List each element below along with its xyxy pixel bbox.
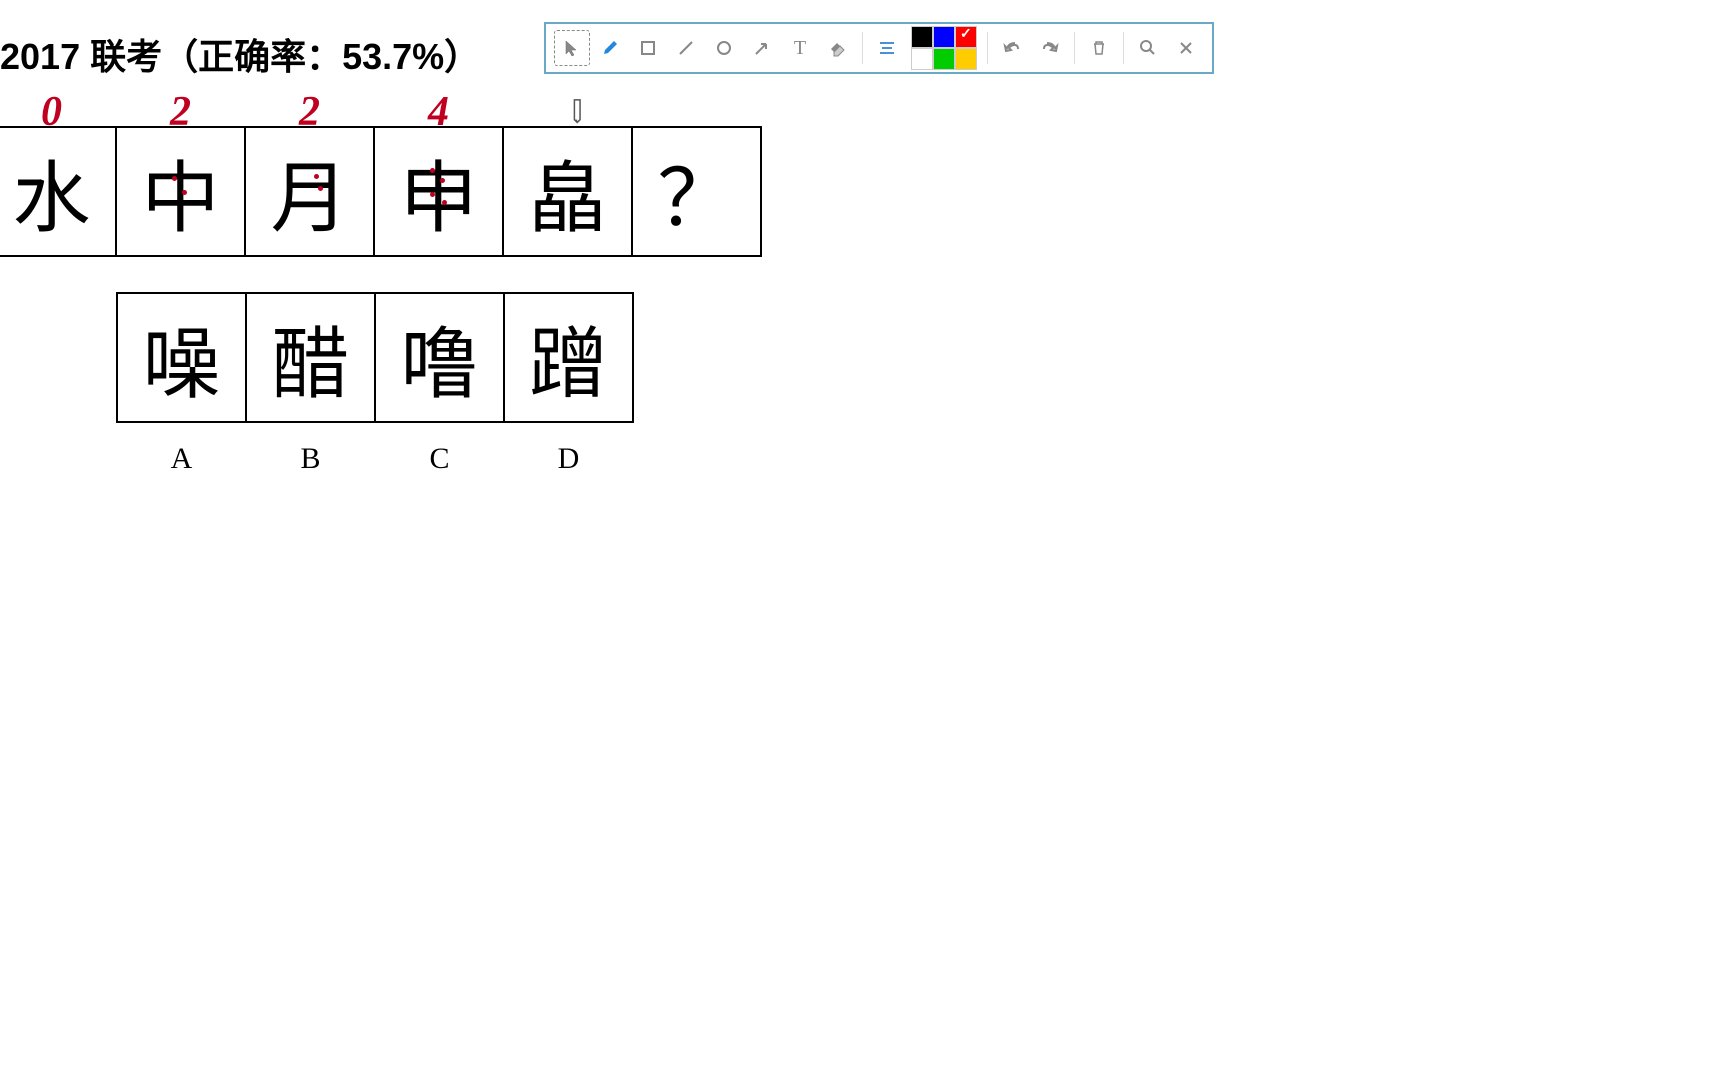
undo-button[interactable] bbox=[994, 30, 1030, 66]
zoom-button[interactable] bbox=[1130, 30, 1166, 66]
options-row: 噪 醋 噜 蹭 bbox=[116, 292, 634, 423]
line-icon bbox=[677, 39, 695, 57]
circle-tool[interactable] bbox=[706, 30, 742, 66]
annotation-1: 2 bbox=[115, 88, 246, 138]
page-title: 2017 联考（正确率：53.7%） bbox=[0, 28, 480, 80]
rect-tool[interactable] bbox=[630, 30, 666, 66]
annotation-5 bbox=[631, 88, 762, 138]
option-cell-C: 噜 bbox=[374, 292, 505, 423]
option-label-A: A bbox=[116, 442, 247, 476]
color-red[interactable] bbox=[955, 26, 977, 48]
option-cell-D: 蹭 bbox=[503, 292, 634, 423]
eraser-tool[interactable] bbox=[820, 30, 856, 66]
circle-icon bbox=[715, 39, 733, 57]
question-cell-5: ？ bbox=[631, 126, 762, 257]
arrow-tool[interactable] bbox=[744, 30, 780, 66]
eraser-icon bbox=[828, 38, 848, 58]
pen-icon bbox=[600, 38, 620, 58]
trash-button[interactable] bbox=[1081, 30, 1117, 66]
redo-icon bbox=[1041, 39, 1059, 57]
annotation-3: 4 bbox=[373, 88, 504, 138]
color-yellow[interactable] bbox=[955, 48, 977, 70]
line-tool[interactable] bbox=[668, 30, 704, 66]
red-dot bbox=[442, 200, 447, 205]
square-icon bbox=[639, 39, 657, 57]
question-cell-1: 中 bbox=[115, 126, 246, 257]
option-label-B: B bbox=[245, 442, 376, 476]
red-dot bbox=[314, 174, 319, 179]
cursor-icon bbox=[563, 39, 581, 57]
option-labels-row: A B C D bbox=[116, 442, 634, 476]
toolbar-separator bbox=[862, 32, 863, 64]
question-cell-2: 月 bbox=[244, 126, 375, 257]
select-tool[interactable] bbox=[554, 30, 590, 66]
align-icon bbox=[878, 39, 896, 57]
red-dot bbox=[440, 178, 445, 183]
toolbar-separator bbox=[1074, 32, 1075, 64]
option-cell-B: 醋 bbox=[245, 292, 376, 423]
redo-button[interactable] bbox=[1032, 30, 1068, 66]
color-palette bbox=[911, 26, 977, 70]
option-cell-A: 噪 bbox=[116, 292, 247, 423]
red-dot bbox=[430, 192, 435, 197]
trash-icon bbox=[1090, 39, 1108, 57]
color-green[interactable] bbox=[933, 48, 955, 70]
question-cell-4: 皛 bbox=[502, 126, 633, 257]
red-dot bbox=[182, 190, 187, 195]
color-white[interactable] bbox=[911, 48, 933, 70]
arrow-icon bbox=[753, 39, 771, 57]
search-icon bbox=[1139, 39, 1157, 57]
question-cell-3: 申 bbox=[373, 126, 504, 257]
red-dot bbox=[318, 186, 323, 191]
question-row: 水 中 月 申 皛 ？ bbox=[0, 126, 762, 257]
color-blue[interactable] bbox=[933, 26, 955, 48]
annotation-toolbar: T bbox=[544, 22, 1214, 74]
close-icon bbox=[1178, 40, 1194, 56]
annotation-0: 0 bbox=[0, 88, 117, 138]
close-button[interactable] bbox=[1168, 30, 1204, 66]
undo-icon bbox=[1003, 39, 1021, 57]
option-label-C: C bbox=[374, 442, 505, 476]
question-cell-0: 水 bbox=[0, 126, 117, 257]
red-dot bbox=[172, 176, 177, 181]
toolbar-separator bbox=[1123, 32, 1124, 64]
red-dot bbox=[430, 168, 435, 173]
align-tool[interactable] bbox=[869, 30, 905, 66]
color-black[interactable] bbox=[911, 26, 933, 48]
toolbar-separator bbox=[987, 32, 988, 64]
annotation-2: 2 bbox=[244, 88, 375, 138]
text-tool[interactable]: T bbox=[782, 30, 818, 66]
annotation-row: 0 2 2 4 bbox=[0, 88, 762, 138]
option-label-D: D bbox=[503, 442, 634, 476]
pen-tool[interactable] bbox=[592, 30, 628, 66]
text-icon: T bbox=[794, 37, 806, 60]
